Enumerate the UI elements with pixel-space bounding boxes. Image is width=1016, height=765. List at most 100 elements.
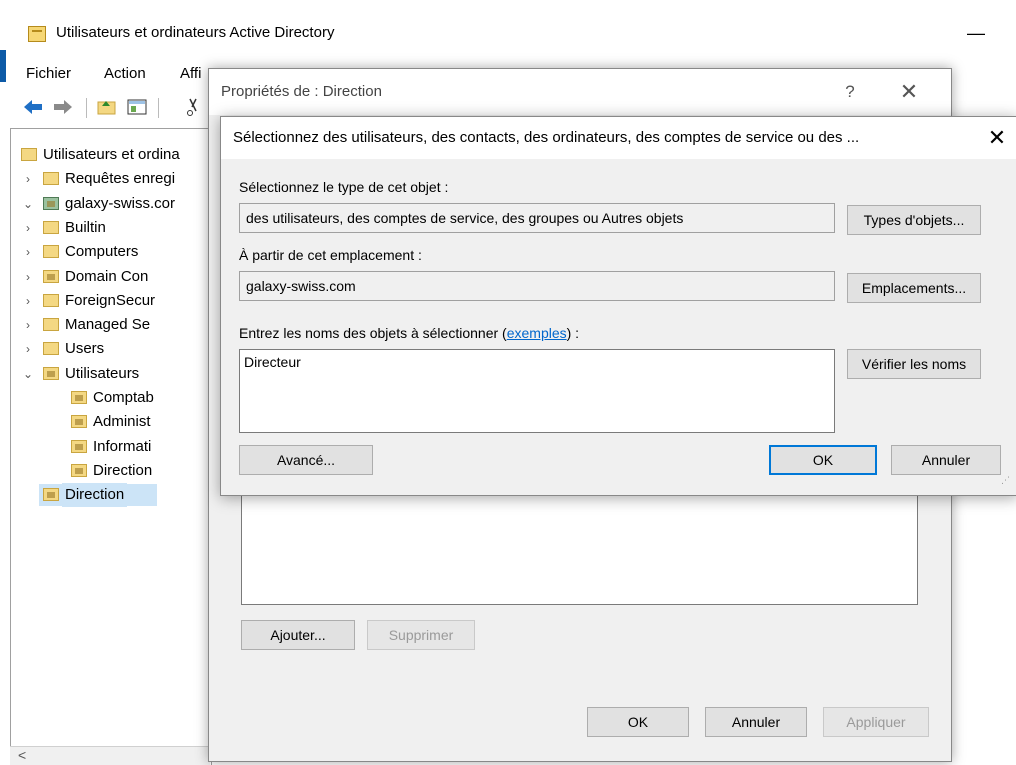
chevron-down-icon[interactable]: ⌄ [21,362,35,386]
cut-icon[interactable] [186,97,200,117]
ok-button[interactable]: OK [587,707,689,737]
organizational-unit-icon [43,488,59,502]
close-button[interactable]: ✕ [889,77,929,107]
tree-item[interactable]: › ForeignSecur [11,289,211,313]
minimize-button[interactable]: — [962,19,990,47]
members-list[interactable] [241,481,918,605]
names-label-prefix: Entrez les noms des objets à sélectionne… [239,325,507,341]
cancel-button[interactable]: Annuler [705,707,807,737]
apply-button[interactable]: Appliquer [823,707,929,737]
object-types-button-label: Types d'objets... [863,212,965,228]
tree-item[interactable]: Comptab [11,386,211,410]
tree-item[interactable]: Informati [11,435,211,459]
location-field: galaxy-swiss.com [239,271,835,301]
object-types-button[interactable]: Types d'objets... [847,205,981,235]
tree-item-label: galaxy-swiss.cor [65,194,176,212]
select-objects-dialog: Sélectionnez des utilisateurs, des conta… [220,116,1016,496]
tree-item-label: Builtin [65,218,106,236]
show-console-tree-icon[interactable] [126,97,148,117]
back-icon[interactable] [22,97,44,117]
toolbar-separator [86,98,87,118]
object-names-input[interactable]: Directeur [239,349,835,433]
object-type-label: Sélectionnez le type de cet objet : [239,179,449,195]
tree-item[interactable]: › Builtin [11,216,211,240]
remove-button[interactable]: Supprimer [367,620,475,650]
chevron-right-icon[interactable]: › [21,337,35,361]
cancel-button[interactable]: Annuler [891,445,1001,475]
tree-item[interactable]: Administ [11,410,211,434]
organizational-unit-icon [43,366,59,380]
tree-item[interactable]: ⌄ galaxy-swiss.cor [11,192,211,216]
domain-icon [43,196,59,210]
apply-button-label: Appliquer [846,714,906,730]
up-folder-icon[interactable] [96,97,118,117]
tree-item-label: Managed Se [65,316,151,334]
resize-grip-icon[interactable]: ⋰ [1001,476,1013,489]
ad-console-icon [21,148,37,161]
mmc-title: Utilisateurs et ordinateurs Active Direc… [56,24,335,41]
toolbar [0,90,220,124]
ad-console-icon [28,26,46,42]
advanced-button[interactable]: Avancé... [239,445,373,475]
tree-item[interactable]: Direction [11,459,211,483]
chevron-right-icon[interactable]: › [21,240,35,264]
check-names-button[interactable]: Vérifier les noms [847,349,981,379]
tree-item-label: Domain Con [65,267,149,285]
object-type-field: des utilisateurs, des comptes de service… [239,203,835,233]
tree-item-label: Direction [93,461,153,479]
tree-item-label: Utilisateurs [65,364,140,382]
ok-button-label: OK [627,714,649,730]
tree-item-label: Informati [93,437,152,455]
horizontal-scrollbar[interactable]: < > [10,746,294,765]
chevron-right-icon[interactable]: › [21,265,35,289]
folder-icon [43,342,59,356]
menu-affichage[interactable]: Affi [180,65,201,82]
menu-fichier[interactable]: Fichier [26,65,71,82]
advanced-button-label: Avancé... [276,452,336,468]
console-tree: Utilisateurs et ordina › Requêtes enregi ⌄ g… [10,128,212,765]
toolbar-separator [158,98,159,118]
folder-icon [43,318,59,332]
help-button[interactable]: ? [835,79,865,105]
tree-item[interactable]: Utilisateurs et ordina [11,143,211,167]
tree-item[interactable]: › Requêtes enregi [11,167,211,191]
chevron-right-icon[interactable]: › [21,289,35,313]
locations-button-label: Emplacements... [861,280,967,296]
tree-item[interactable]: › Computers [11,240,211,264]
menu-action[interactable]: Action [104,65,146,82]
locations-button[interactable]: Emplacements... [847,273,981,303]
tree-item[interactable]: › Managed Se [11,313,211,337]
tree-item[interactable]: › Domain Con [11,265,211,289]
add-button[interactable]: Ajouter... [241,620,355,650]
chevron-right-icon[interactable]: › [21,216,35,240]
ok-button-label: OK [812,452,834,468]
names-label-suffix: ) : [566,325,580,341]
ok-button[interactable]: OK [769,445,877,475]
chevron-right-icon[interactable]: › [21,313,35,337]
chevron-right-icon[interactable]: › [21,167,35,191]
forward-icon[interactable] [52,97,74,117]
organizational-unit-icon [71,439,87,453]
chevron-down-icon[interactable]: ⌄ [21,192,35,216]
tree-item-label: Computers [65,243,139,261]
check-names-button-label: Vérifier les noms [861,356,967,372]
examples-link[interactable]: exemples [507,325,567,341]
organizational-unit-icon [71,391,87,404]
folder-icon [43,245,59,259]
close-button[interactable]: ✕ [981,123,1013,153]
location-label: À partir de cet emplacement : [239,247,422,263]
tree-item[interactable]: Direction [11,483,211,508]
select-dialog-titlebar: Sélectionnez des utilisateurs, des conta… [221,117,1016,159]
tree-item-label: Requêtes enregi [65,170,176,188]
remove-button-label: Supprimer [388,627,454,643]
scroll-left-icon[interactable]: < [18,747,26,763]
organizational-unit-icon [71,415,87,429]
properties-title: Propriétés de : Direction [221,83,382,100]
properties-titlebar: Propriétés de : Direction ? ✕ [209,69,951,115]
folder-icon [43,172,59,186]
tree-item[interactable]: › Users [11,337,211,361]
cancel-button-label: Annuler [731,714,781,730]
folder-icon [43,220,59,234]
tree-item-label: Direction [62,483,128,508]
tree-item[interactable]: ⌄ Utilisateurs [11,362,211,386]
